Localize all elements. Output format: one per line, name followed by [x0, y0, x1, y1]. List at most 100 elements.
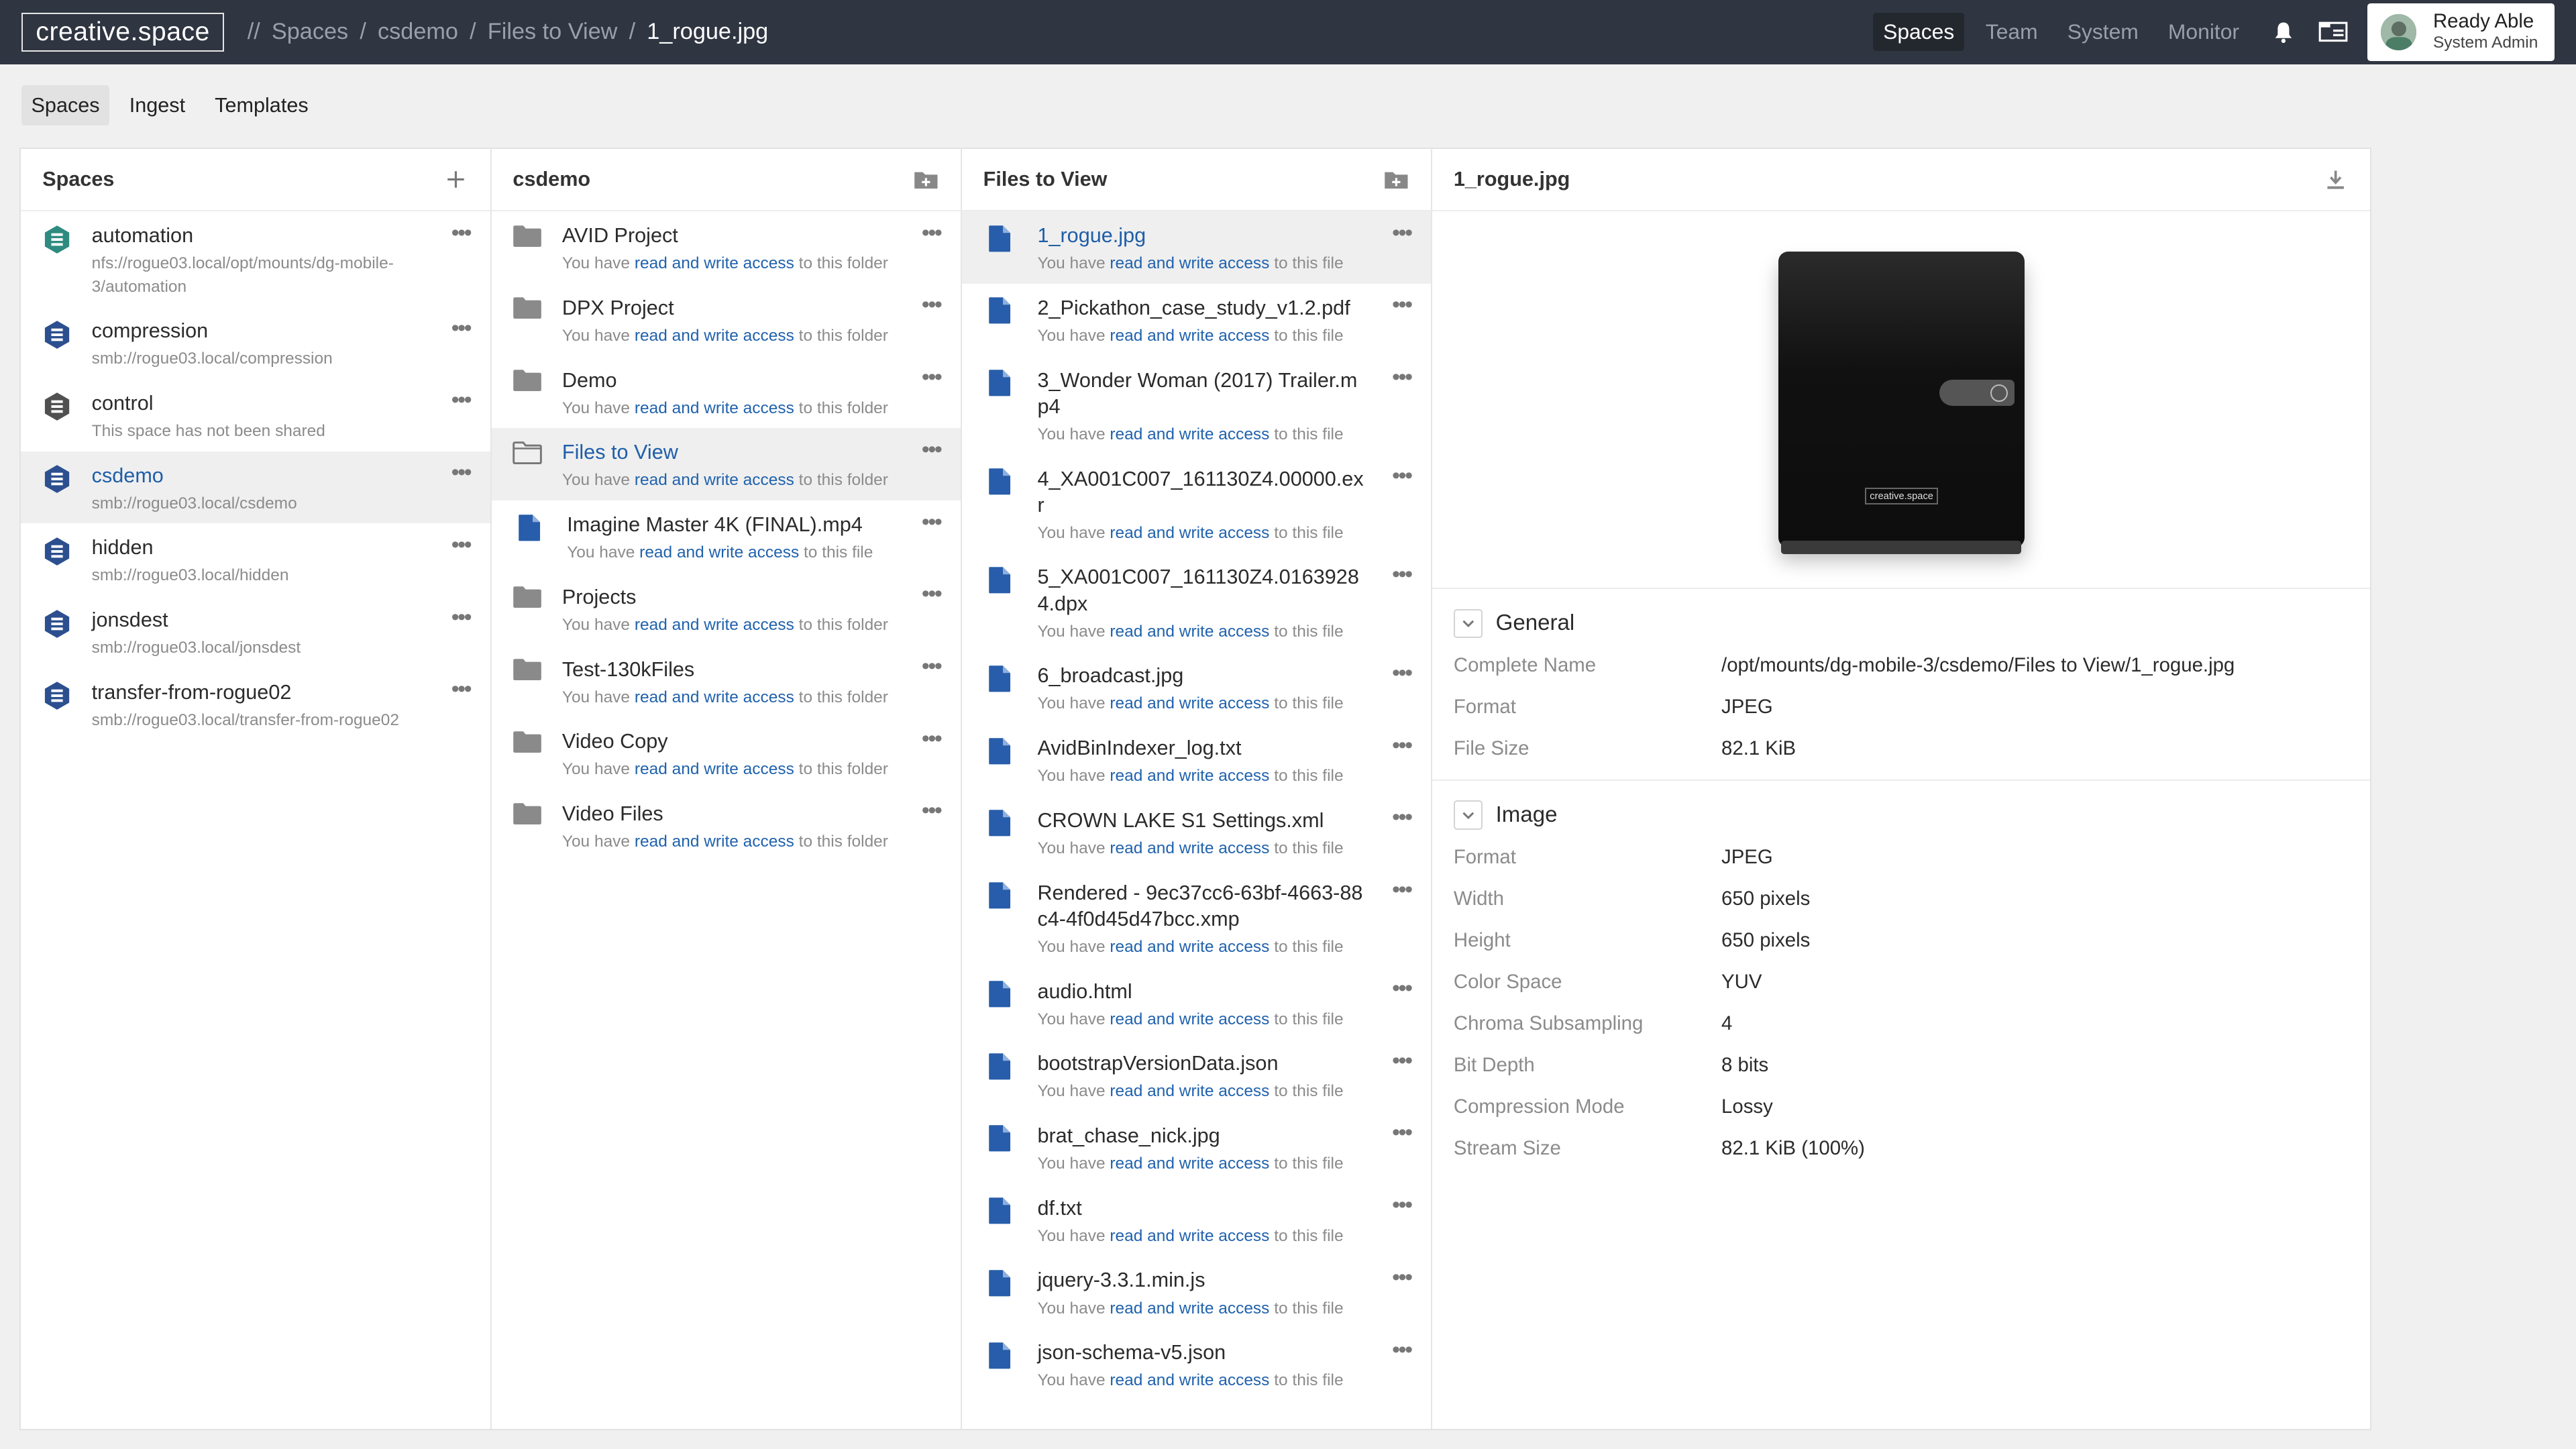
more-options-button[interactable]: ••• [1392, 366, 1413, 388]
new-folder-button-files[interactable] [1383, 166, 1409, 193]
access-link[interactable]: read and write access [1110, 767, 1269, 785]
user-menu[interactable]: Ready Able System Admin [2367, 3, 2555, 61]
access-link[interactable]: read and write access [1110, 1010, 1269, 1028]
file-item[interactable]: 2_Pickathon_case_study_v1.2.pdf You have … [962, 284, 1431, 356]
access-link[interactable]: read and write access [1110, 938, 1269, 956]
list-item[interactable]: DPX Project You have read and write acces… [492, 284, 961, 356]
file-item[interactable]: 3_Wonder Woman (2017) Trailer.mp4 You hav… [962, 356, 1431, 454]
more-options-button[interactable]: ••• [1392, 293, 1413, 316]
more-options-button[interactable]: ••• [922, 293, 943, 316]
more-options-button[interactable]: ••• [451, 388, 472, 411]
more-options-button[interactable]: ••• [451, 533, 472, 556]
access-link[interactable]: read and write access [639, 543, 799, 561]
more-options-button[interactable]: ••• [1392, 464, 1413, 487]
more-options-button[interactable]: ••• [922, 510, 943, 533]
file-item[interactable]: 4_XA001C007_161130Z4.00000.exr You have r… [962, 454, 1431, 553]
image-toggle[interactable] [1453, 800, 1483, 830]
list-item[interactable]: Files to View You have read and write acc… [491, 428, 961, 500]
list-item[interactable]: Demo You have read and write access to th… [492, 356, 961, 428]
nav-system[interactable]: System [2068, 19, 2139, 44]
space-item-jonsdest[interactable]: jonsdest smb://rogue03.local/jonsdest ••• [21, 596, 490, 668]
more-options-button[interactable]: ••• [1392, 221, 1413, 244]
folder-browser-icon[interactable] [2318, 17, 2348, 47]
more-options-button[interactable]: ••• [1392, 563, 1413, 586]
access-link[interactable]: read and write access [1110, 425, 1269, 443]
list-item[interactable]: AVID Project You have read and write acce… [492, 211, 961, 284]
space-item-compression[interactable]: compression smb://rogue03.local/compressi… [21, 307, 490, 379]
general-toggle[interactable] [1453, 608, 1483, 638]
access-link[interactable]: read and write access [635, 760, 794, 778]
more-options-button[interactable]: ••• [451, 678, 472, 700]
file-item[interactable]: df.txt You have read and write access to … [962, 1184, 1431, 1256]
more-options-button[interactable]: ••• [1392, 1121, 1413, 1144]
nav-spaces[interactable]: Spaces [1873, 13, 1964, 52]
access-link[interactable]: read and write access [1110, 1155, 1269, 1173]
access-link[interactable]: read and write access [635, 327, 794, 345]
more-options-button[interactable]: ••• [922, 221, 943, 244]
more-options-button[interactable]: ••• [922, 366, 943, 388]
more-options-button[interactable]: ••• [451, 221, 472, 244]
file-item[interactable]: brat_chase_nick.jpg You have read and wri… [962, 1112, 1431, 1184]
access-link[interactable]: read and write access [1110, 1299, 1269, 1318]
more-options-button[interactable]: ••• [1392, 1338, 1413, 1360]
file-item[interactable]: audio.html You have read and write access… [962, 967, 1431, 1039]
access-link[interactable]: read and write access [635, 616, 794, 634]
more-options-button[interactable]: ••• [1392, 1193, 1413, 1216]
tab-ingest[interactable]: Ingest [119, 85, 195, 125]
access-link[interactable]: read and write access [635, 833, 794, 851]
space-item-control[interactable]: control This space has not been shared ••• [21, 379, 490, 451]
more-options-button[interactable]: ••• [1392, 661, 1413, 684]
access-link[interactable]: read and write access [1110, 694, 1269, 712]
space-item-csdemo[interactable]: csdemo smb://rogue03.local/csdemo ••• [21, 451, 490, 524]
add-space-button[interactable] [443, 166, 469, 193]
access-link[interactable]: read and write access [1110, 254, 1269, 272]
more-options-button[interactable]: ••• [922, 438, 943, 461]
access-link[interactable]: read and write access [635, 471, 794, 489]
access-link[interactable]: read and write access [635, 688, 794, 706]
file-item[interactable]: json-schema-v5.json You have read and wri… [962, 1328, 1431, 1401]
access-link[interactable]: read and write access [1110, 327, 1269, 345]
more-options-button[interactable]: ••• [1392, 878, 1413, 901]
breadcrumb-files-to-view[interactable]: Files to View [488, 19, 618, 45]
access-link[interactable]: read and write access [1110, 524, 1269, 542]
file-item[interactable]: CROWN LAKE S1 Settings.xml You have read … [962, 796, 1431, 869]
file-item[interactable]: AvidBinIndexer_log.txt You have read and … [962, 724, 1431, 796]
access-link[interactable]: read and write access [635, 399, 794, 417]
list-item[interactable]: Test-130kFiles You have read and write ac… [492, 645, 961, 717]
file-item[interactable]: bootstrapVersionData.json You have read a… [962, 1039, 1431, 1112]
more-options-button[interactable]: ••• [451, 461, 472, 484]
more-options-button[interactable]: ••• [1392, 733, 1413, 756]
file-item[interactable]: 6_broadcast.jpg You have read and write a… [962, 651, 1431, 724]
file-item[interactable]: 5_XA001C007_161130Z4.01639284.dpx You hav… [962, 553, 1431, 651]
file-item[interactable]: Rendered - 9ec37cc6-63bf-4663-88c4-4f0d4… [962, 868, 1431, 967]
more-options-button[interactable]: ••• [1392, 806, 1413, 828]
list-item[interactable]: Projects You have read and write access t… [492, 573, 961, 645]
more-options-button[interactable]: ••• [922, 582, 943, 605]
nav-team[interactable]: Team [1986, 19, 2038, 44]
access-link[interactable]: read and write access [1110, 1082, 1269, 1100]
space-item-automation[interactable]: automation nfs://rogue03.local/opt/mounts… [21, 211, 490, 307]
tab-templates[interactable]: Templates [205, 85, 318, 125]
more-options-button[interactable]: ••• [1392, 1049, 1413, 1072]
more-options-button[interactable]: ••• [1392, 977, 1413, 1000]
tab-spaces[interactable]: Spaces [21, 85, 110, 125]
more-options-button[interactable]: ••• [922, 655, 943, 678]
list-item[interactable]: Video Files You have read and write acces… [492, 790, 961, 862]
space-item-hidden[interactable]: hidden smb://rogue03.local/hidden ••• [21, 523, 490, 596]
more-options-button[interactable]: ••• [451, 605, 472, 628]
nav-monitor[interactable]: Monitor [2168, 19, 2239, 44]
logo[interactable]: creative.space [21, 12, 225, 52]
access-link[interactable]: read and write access [635, 254, 794, 272]
file-item[interactable]: 1_rogue.jpg You have read and write acces… [961, 211, 1432, 284]
access-link[interactable]: read and write access [1110, 1227, 1269, 1245]
new-folder-button[interactable] [913, 166, 939, 193]
access-link[interactable]: read and write access [1110, 1371, 1269, 1389]
more-options-button[interactable]: ••• [922, 799, 943, 822]
access-link[interactable]: read and write access [1110, 623, 1269, 641]
download-button[interactable] [2322, 166, 2349, 193]
more-options-button[interactable]: ••• [922, 727, 943, 750]
more-options-button[interactable]: ••• [1392, 1266, 1413, 1289]
bell-icon[interactable] [2269, 17, 2298, 47]
access-link[interactable]: read and write access [1110, 839, 1269, 857]
breadcrumb-spaces[interactable]: Spaces [272, 19, 348, 45]
